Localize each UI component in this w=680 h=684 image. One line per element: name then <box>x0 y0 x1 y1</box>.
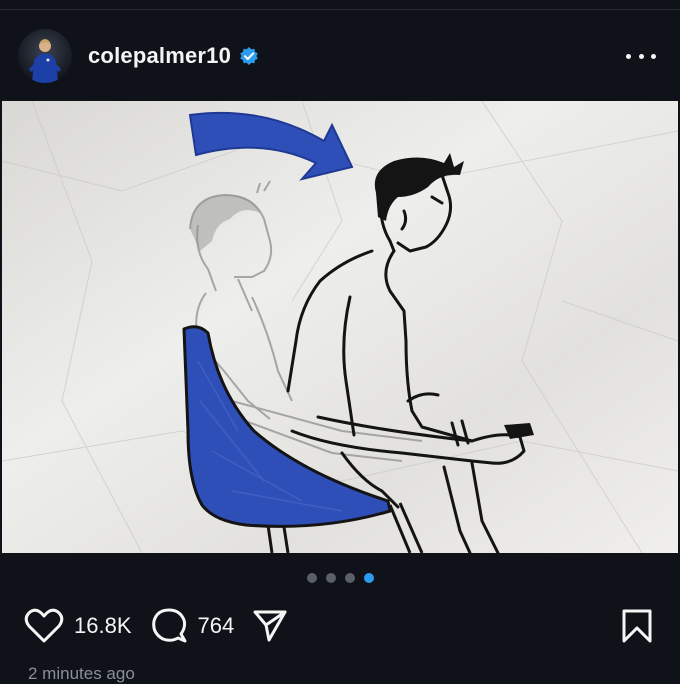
like-button[interactable]: 16.8K <box>24 608 132 644</box>
carousel-indicator <box>0 573 680 583</box>
carousel-dot-active <box>363 573 374 583</box>
top-divider <box>0 9 680 10</box>
comment-bubble-icon <box>151 608 186 643</box>
post-header: colepalmer10 <box>18 28 662 84</box>
avatar[interactable] <box>18 29 72 83</box>
heart-icon <box>24 608 64 643</box>
carousel-dot <box>344 573 355 583</box>
more-dots-icon[interactable] <box>626 44 656 68</box>
verified-badge-icon <box>239 46 259 66</box>
save-button[interactable] <box>620 608 654 644</box>
share-button[interactable] <box>252 609 288 643</box>
username[interactable]: colepalmer10 <box>88 43 231 69</box>
post-image[interactable] <box>2 101 678 553</box>
post-actions: 16.8K 764 <box>24 606 306 646</box>
carousel-dot <box>325 573 336 583</box>
comment-button[interactable]: 764 <box>150 607 235 645</box>
like-count[interactable]: 16.8K <box>74 613 132 639</box>
bookmark-icon <box>622 609 652 643</box>
post-timestamp: 2 minutes ago <box>28 664 135 683</box>
paper-plane-icon <box>253 610 287 642</box>
comment-count[interactable]: 764 <box>198 613 235 639</box>
carousel-dot <box>306 573 317 583</box>
